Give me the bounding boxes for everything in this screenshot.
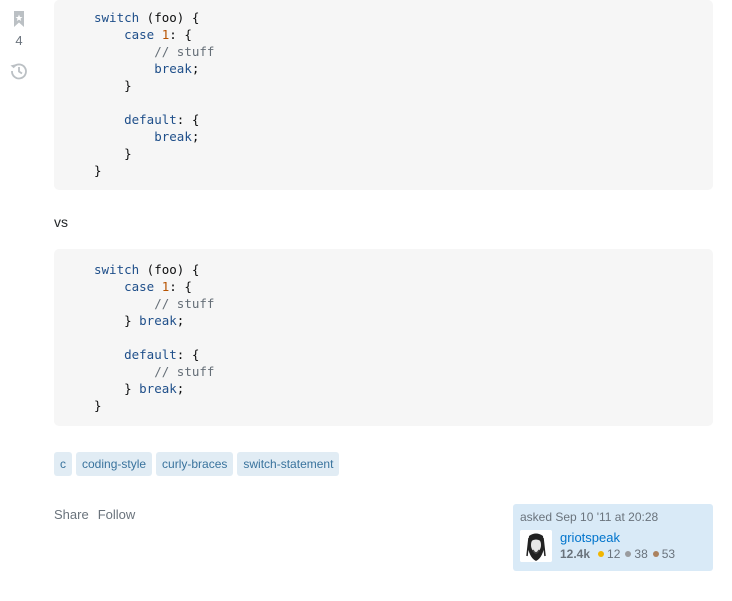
user-card: asked Sep 10 '11 at 20:28 griotspeak 12.… bbox=[513, 504, 713, 571]
code-line: } bbox=[94, 398, 102, 413]
code-line: case 1: { bbox=[124, 27, 192, 42]
code-line: // stuff bbox=[154, 296, 215, 311]
bookmark-icon[interactable] bbox=[13, 10, 25, 28]
reputation-score: 12.4k bbox=[560, 547, 591, 561]
follow-link[interactable]: Follow bbox=[98, 507, 136, 522]
post-actions: Share Follow bbox=[54, 507, 135, 522]
separator-text: vs bbox=[54, 214, 68, 230]
gold-badge-icon bbox=[598, 551, 605, 557]
bookmark-count: 4 bbox=[15, 33, 23, 48]
tag-coding-style[interactable]: coding-style bbox=[76, 452, 153, 476]
code-line: break; bbox=[154, 61, 200, 76]
code-line: } bbox=[94, 146, 132, 161]
bronze-badge-icon bbox=[652, 551, 659, 557]
tag-c[interactable]: c bbox=[54, 452, 72, 476]
code-line: // stuff bbox=[154, 364, 215, 379]
code-block: switch (foo) { case 1: { // stuff } brea… bbox=[54, 249, 713, 426]
code-line: default: { bbox=[124, 112, 200, 127]
avatar-image bbox=[520, 530, 552, 562]
share-link[interactable]: Share bbox=[54, 507, 89, 522]
code-line: } bbox=[94, 78, 132, 93]
tag-list: c coding-style curly-braces switch-state… bbox=[54, 452, 340, 476]
code-line: default: { bbox=[124, 347, 200, 362]
username-link[interactable]: griotspeak bbox=[560, 530, 620, 545]
user-stats: 12.4k 12 38 53 bbox=[560, 547, 675, 561]
code-line: } break; bbox=[94, 313, 185, 328]
code-line: case 1: { bbox=[124, 279, 192, 294]
silver-badge-count: 38 bbox=[634, 547, 648, 561]
asked-timestamp: asked Sep 10 '11 at 20:28 bbox=[520, 510, 659, 524]
code-line: // stuff bbox=[154, 44, 215, 59]
code-line: } break; bbox=[94, 381, 185, 396]
avatar[interactable] bbox=[520, 530, 552, 562]
tag-curly-braces[interactable]: curly-braces bbox=[156, 452, 234, 476]
tag-switch-statement[interactable]: switch-statement bbox=[237, 452, 340, 476]
code-line: break; bbox=[154, 129, 200, 144]
gold-badge-count: 12 bbox=[607, 547, 621, 561]
bronze-badge-count: 53 bbox=[661, 547, 676, 561]
code-line: switch (foo) { bbox=[94, 10, 200, 25]
code-line: } bbox=[94, 163, 102, 178]
silver-badge-icon bbox=[625, 551, 632, 557]
history-icon[interactable] bbox=[9, 61, 29, 81]
code-line: switch (foo) { bbox=[94, 262, 200, 277]
code-block: switch (foo) { case 1: { // stuff break;… bbox=[54, 0, 713, 190]
